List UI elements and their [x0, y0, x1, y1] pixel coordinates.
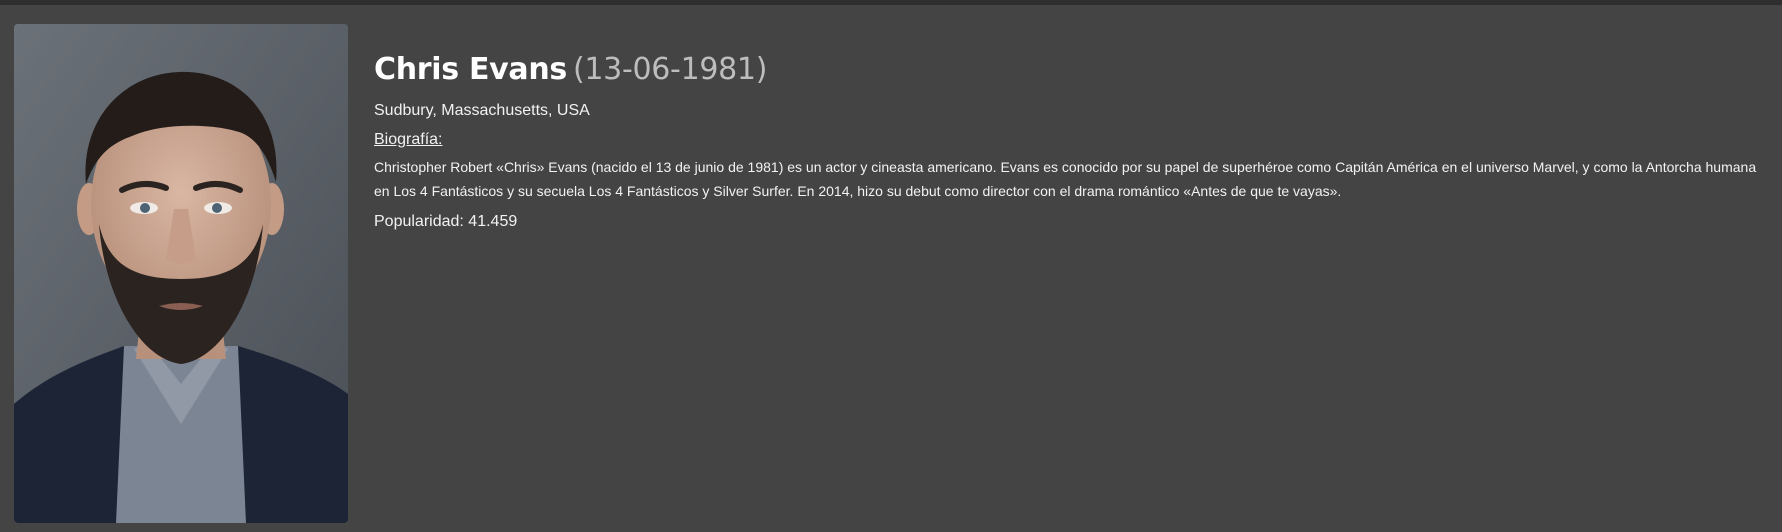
popularity-label: Popularidad:: [374, 213, 464, 230]
popularity: Popularidad: 41.459: [374, 211, 1774, 233]
biography-heading: Biografía:: [374, 131, 443, 148]
person-title: Chris Evans (13-06-1981): [374, 46, 1774, 94]
popularity-value: 41.459: [468, 213, 518, 230]
person-name: Chris Evans: [374, 52, 567, 87]
birthplace: Sudbury, Massachusetts, USA: [374, 102, 590, 119]
biography-text: Christopher Robert «Chris» Evans (nacido…: [374, 159, 1757, 199]
birth-date: (13-06-1981): [572, 52, 768, 87]
profile-photo: [14, 24, 348, 523]
person-info: Chris Evans (13-06-1981) Sudbury, Massach…: [374, 46, 1774, 233]
person-profile: Chris Evans (13-06-1981) Sudbury, Massach…: [0, 0, 1782, 532]
